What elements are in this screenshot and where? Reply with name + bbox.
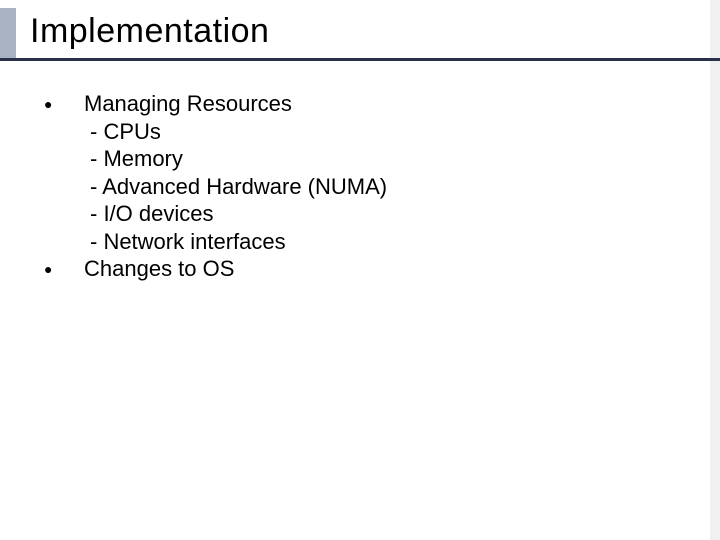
slide-title: Implementation xyxy=(30,12,269,51)
bullet-icon: ● xyxy=(40,255,84,283)
subitem: - Memory xyxy=(84,145,680,173)
subitem: - Advanced Hardware (NUMA) xyxy=(84,173,680,201)
bullet-label: Managing Resources xyxy=(84,90,680,118)
title-accent-block xyxy=(0,8,16,58)
right-margin-strip xyxy=(710,0,720,540)
subitem: - Network interfaces xyxy=(84,228,680,256)
bullet-item: ● Managing Resources - CPUs - Memory - A… xyxy=(40,90,680,255)
bullet-label: Changes to OS xyxy=(84,255,680,283)
slide: Implementation ● Managing Resources - CP… xyxy=(0,0,720,540)
bullet-text: Managing Resources - CPUs - Memory - Adv… xyxy=(84,90,680,255)
bullet-text: Changes to OS xyxy=(84,255,680,283)
subitem: - CPUs xyxy=(84,118,680,146)
bullet-icon: ● xyxy=(40,90,84,118)
subitem: - I/O devices xyxy=(84,200,680,228)
bullet-item: ● Changes to OS xyxy=(40,255,680,283)
slide-body: ● Managing Resources - CPUs - Memory - A… xyxy=(40,90,680,283)
title-underline xyxy=(0,58,720,61)
